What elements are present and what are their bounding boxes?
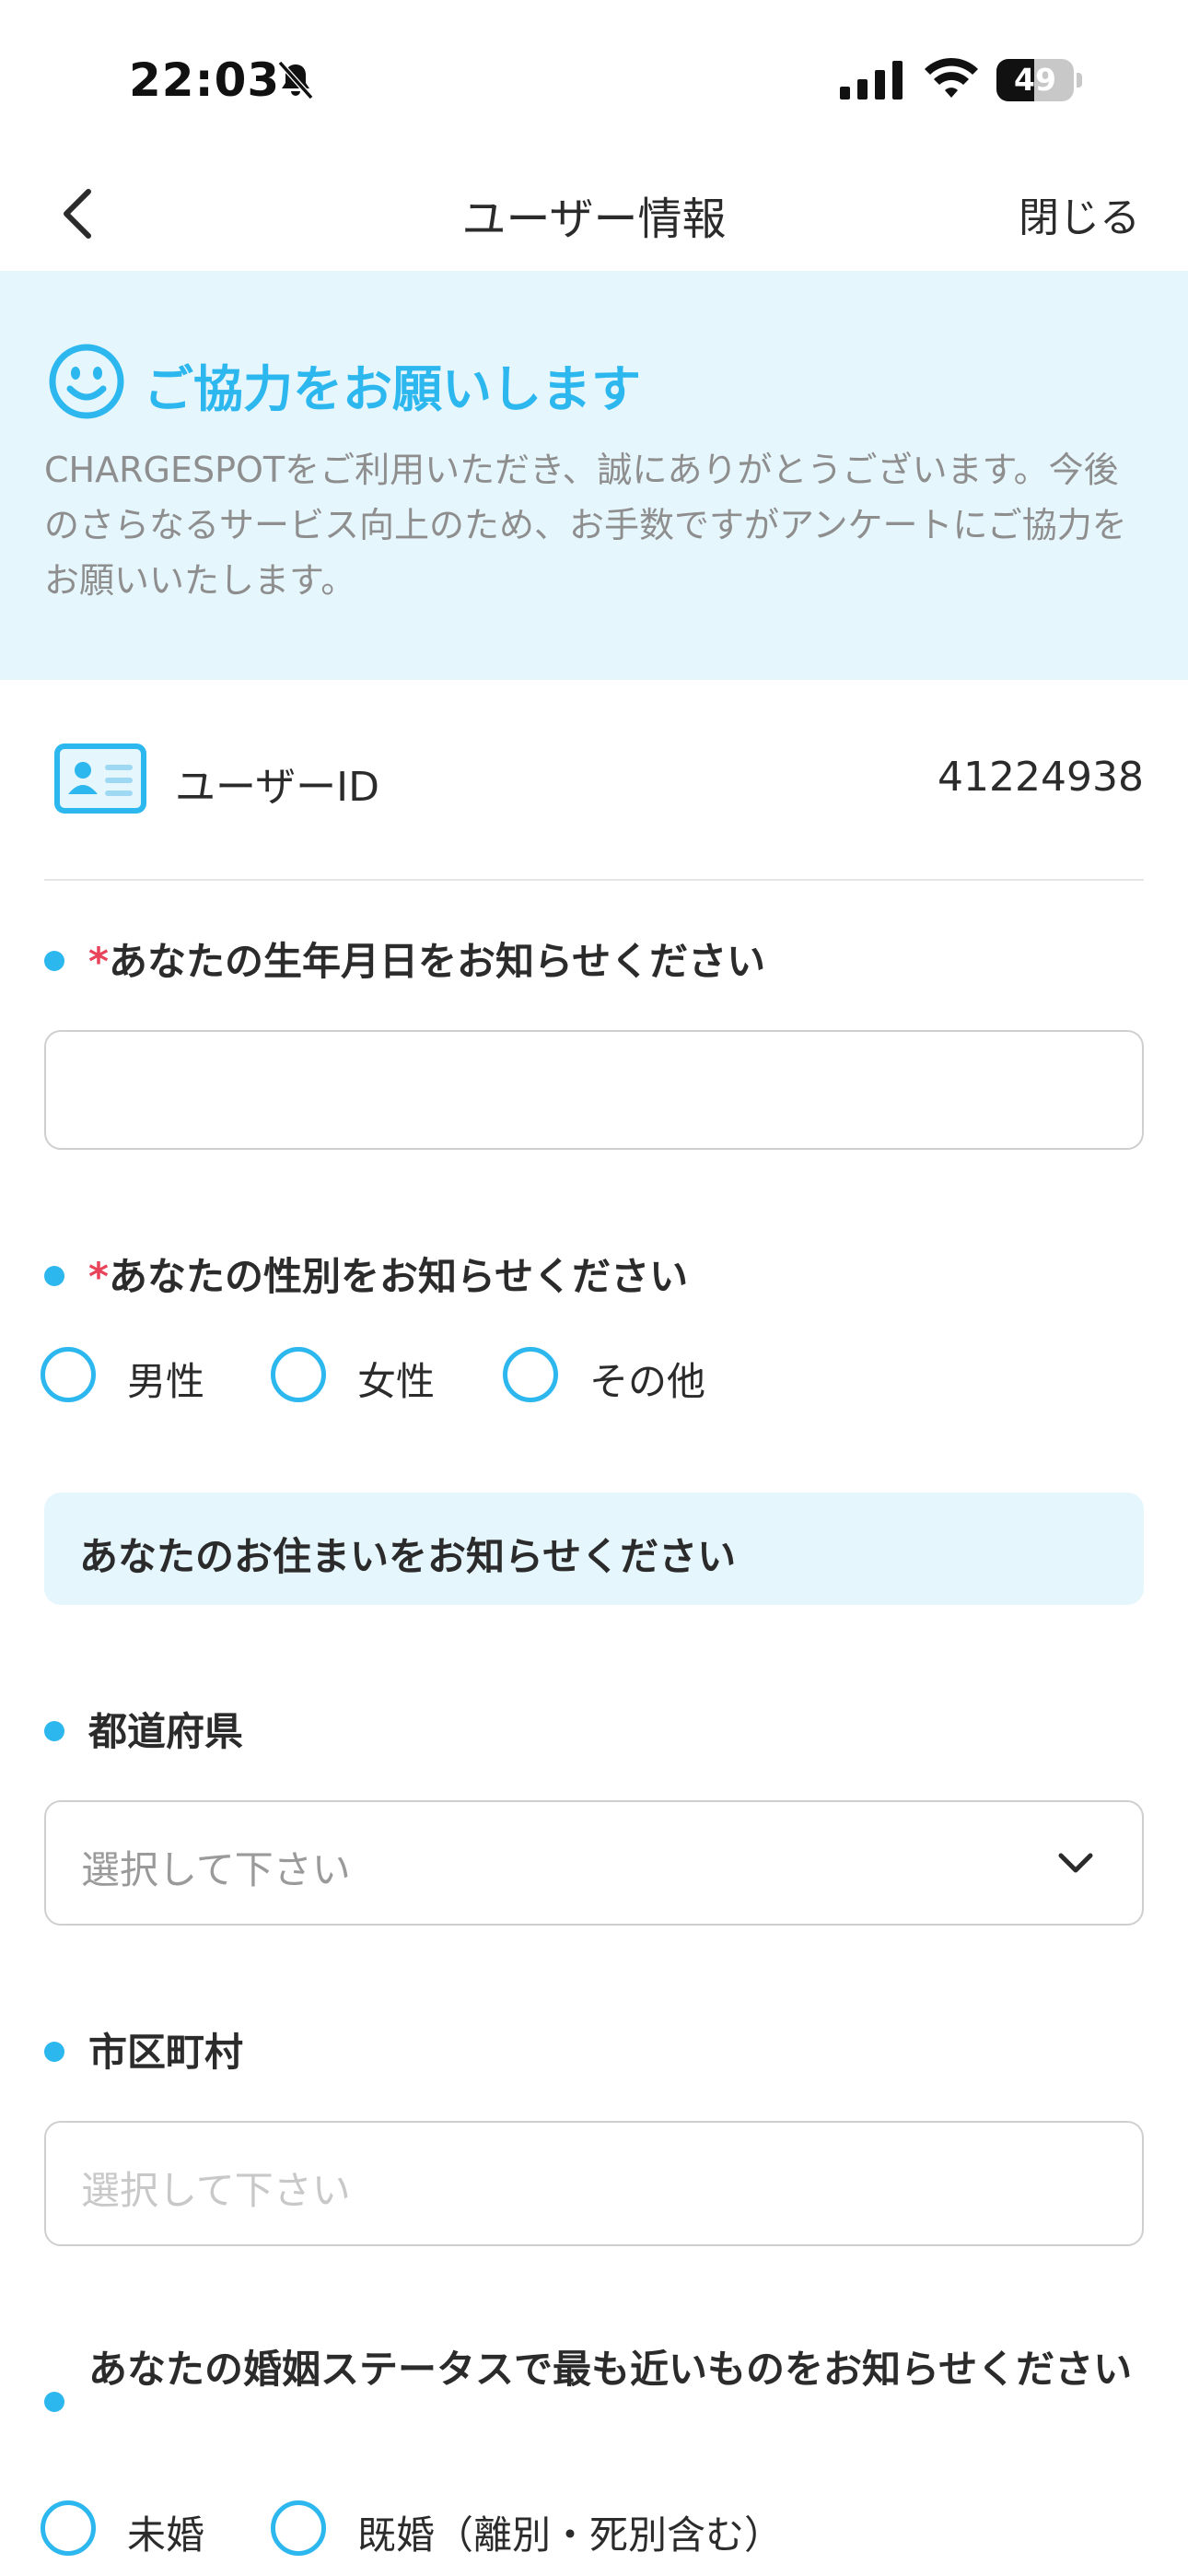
banner-title: ご協力をお願いします [144,360,641,418]
wifi-icon [925,57,978,98]
chevron-left-icon[interactable] [55,184,101,243]
prefecture-placeholder: 選択して下さい [81,1847,351,1892]
radio-circle-icon[interactable] [271,1347,326,1402]
battery-level: 49 [1014,62,1056,98]
user-id-label: ユーザーID [175,764,379,811]
radio-circle-icon[interactable] [41,1347,96,1402]
marital-question-label: あなたの婚姻ステータスで最も近いものをお知らせください [88,2347,1133,2392]
radio-circle-icon[interactable] [41,2500,96,2556]
radio-label: 未婚 [127,2512,205,2558]
city-question: 市区町村 [44,2021,243,2078]
nav-bar: ユーザー情報 閉じる [0,157,1188,271]
bullet-dot [44,1265,64,1286]
radio-circle-icon[interactable] [503,1347,558,1402]
required-mark: * [88,939,109,984]
radio-label: その他 [589,1359,706,1404]
status-time: 22:03 [129,53,281,107]
bullet-dot [44,950,64,971]
user-id-row: ユーザーID 41224938 [0,680,1188,881]
gender-question-label: あなたの性別をお知らせください [108,1254,689,1299]
section-heading-text: あなたのお住まいをお知らせください [79,1534,737,1579]
city-placeholder: 選択して下さい [81,2168,351,2213]
banner-body: CHARGESPOTをご利用いただき、誠にありがとうございます。今後のさらなるサ… [44,450,1127,601]
close-button[interactable]: 閉じる [1019,184,1140,243]
required-mark: * [88,1254,109,1299]
prefecture-question: 都道府県 [44,1701,243,1757]
radio-label: 男性 [127,1359,205,1404]
city-select[interactable]: 選択して下さい [44,2121,1144,2246]
chevron-down-icon[interactable] [1057,1850,1094,1876]
battery-icon: 49 [996,59,1082,101]
prefecture-select[interactable]: 選択して下さい [44,1800,1144,1926]
birthdate-field[interactable] [44,1030,1144,1150]
smile-icon [49,344,124,419]
radio-label: 既婚（離別・死別含む） [357,2512,784,2558]
bullet-dot [44,2041,64,2062]
status-bar: 22:03 49 [0,0,1188,157]
user-id-value: 41224938 [938,754,1144,801]
bullet-dot [44,2392,64,2412]
signal-icon [840,61,903,100]
prefecture-label: 都道府県 [88,1709,244,1754]
marital-question: あなたの婚姻ステータスで最も近いものをお知らせください [44,2340,1144,2412]
birthdate-question: *あなたの生年月日をお知らせください [44,931,765,987]
id-card-icon [54,744,146,814]
page-title: ユーザー情報 [461,193,727,245]
radio-circle-icon[interactable] [271,2500,326,2556]
divider [44,879,1144,881]
radio-label: 女性 [357,1359,436,1404]
info-banner: ご協力をお願いします CHARGESPOTをご利用いただき、誠にありがとうござい… [0,271,1188,680]
city-label: 市区町村 [88,2030,244,2075]
bell-slash-icon [277,60,314,100]
residence-section-heading: あなたのお住まいをお知らせください [44,1493,1144,1605]
birthdate-question-label: あなたの生年月日をお知らせください [108,939,766,984]
bullet-dot [44,1720,64,1741]
gender-question: *あなたの性別をお知らせください [44,1246,688,1302]
